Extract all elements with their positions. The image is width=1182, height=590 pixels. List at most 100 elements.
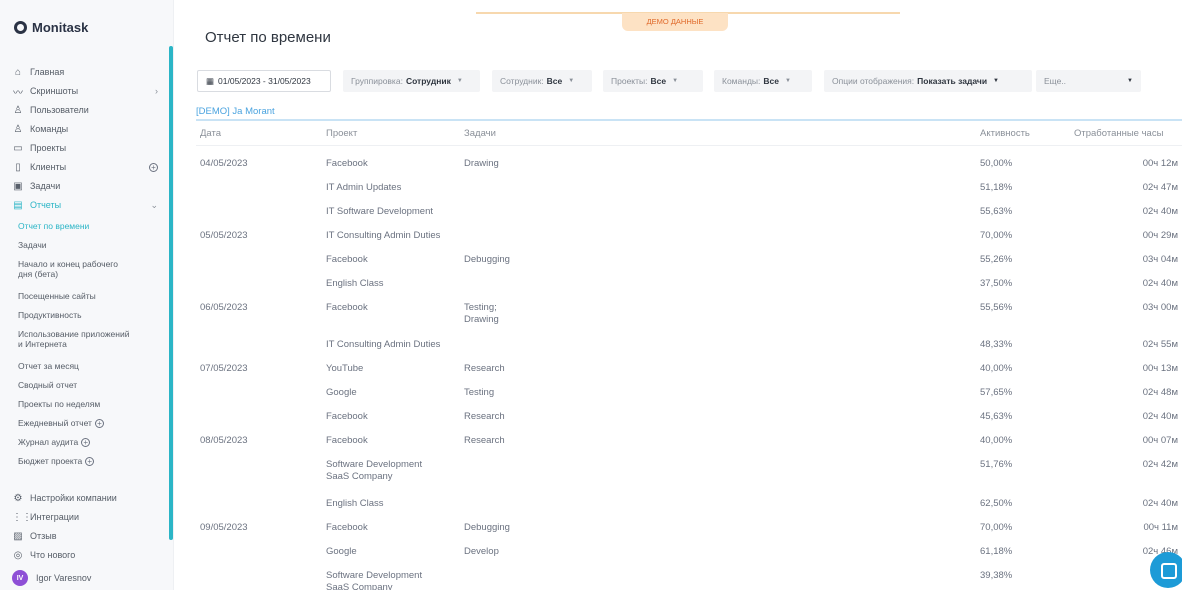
teams-value: Все [763,76,779,86]
caret-down-icon: ▼ [1127,78,1133,84]
cell-date: 08/05/2023 [200,435,248,446]
col-header-project[interactable]: Проект [326,128,357,139]
sidebar-item-screenshots[interactable]: 〰 Скриншоты › [12,83,162,99]
cell-project: SaaS Company [326,582,393,590]
teams-label: Команды: [722,76,761,86]
chat-button[interactable] [1150,552,1182,588]
sub-item-monthly[interactable]: Отчет за месяц [18,361,168,371]
cell-activity: 62,50% [980,498,1013,509]
sub-item-sites[interactable]: Посещенные сайты [18,291,168,301]
employee-select[interactable]: Сотрудник: Все ▼ [492,70,592,92]
display-options-select[interactable]: Опции отображения: Показать задачи ▼ [824,70,1032,92]
sub-item-workday[interactable]: Начало и конец рабочего дня (бета) [18,259,168,279]
sidebar-item-label: Клиенты [30,162,67,172]
sidebar-item-users[interactable]: ♙ Пользователи [12,102,162,118]
cell-activity: 37,50% [980,278,1013,289]
sub-item-audit[interactable]: Журнал аудита + [18,437,168,448]
sub-item-summary[interactable]: Сводный отчет [18,380,168,390]
sidebar-item-reports[interactable]: ▤ Отчеты ⌄ [12,197,162,213]
cell-hours: 02ч 42м [1142,459,1178,470]
col-header-date[interactable]: Дата [200,128,221,139]
plus-icon: + [81,438,91,448]
display-value: Показать задачи [917,76,988,86]
brand[interactable]: Monitask [14,20,88,35]
cell-activity: 70,00% [980,522,1013,533]
col-header-activity[interactable]: Активность [980,128,1030,139]
sub-item-daily[interactable]: Ежедневный отчет + [18,418,168,429]
cell-hours: 02ч 40м [1142,498,1178,509]
cell-task: Research [464,363,505,374]
caret-down-icon: ▼ [672,78,679,84]
calendar-icon: ▦ [206,75,215,86]
sidebar-item-clients[interactable]: ▯ Клиенты + [12,159,162,175]
sidebar-item-label: Команды [30,124,69,134]
cell-project: SaaS Company [326,471,393,482]
cell-task: Drawing [464,314,499,325]
team-icon: ♙ [13,123,23,135]
teams-select[interactable]: Команды: Все ▼ [714,70,812,92]
user-name: Igor Varesnov [36,573,92,583]
sub-item-label: Начало и конец рабочего [18,259,118,269]
sub-item-label: Бюджет проекта [18,456,83,466]
client-icon: ▯ [15,161,21,173]
sub-item-tasks[interactable]: Задачи [18,240,168,250]
cell-hours: 00ч 12м [1142,158,1178,169]
sidebar-item-tasks[interactable]: ▣ Задачи [12,178,162,194]
folder-icon: ▭ [13,142,23,154]
sub-item-label: Ежедневный отчет [18,418,92,428]
sidebar-item-whats-new[interactable]: ◎ Что нового [12,547,162,563]
cell-project: Facebook [326,435,368,446]
date-range-picker[interactable]: ▦ 01/05/2023 - 31/05/2023 [197,70,331,92]
cell-activity: 40,00% [980,435,1013,446]
cell-activity: 51,18% [980,182,1013,193]
projects-select[interactable]: Проекты: Все ▼ [603,70,703,92]
cell-hours: 03ч 04м [1142,254,1178,265]
cell-task: Drawing [464,158,499,169]
cell-project: Software Development [326,570,423,581]
cell-hours: 00ч 13м [1142,363,1178,374]
sidebar-item-company-settings[interactable]: ⚙ Настройки компании [12,490,162,506]
sub-item-weekly-projects[interactable]: Проекты по неделям [18,399,168,409]
more-select[interactable]: Еще.. ▼ [1036,70,1141,92]
chevron-down-icon: ⌄ [150,199,158,210]
cell-activity: 51,76% [980,459,1013,470]
employee-label: Сотрудник: [500,76,544,86]
sidebar-item-label: Что нового [30,550,76,560]
cell-project: Google [326,387,357,398]
caret-down-icon: ▼ [993,78,999,84]
sidebar-item-teams[interactable]: ♙ Команды [12,121,162,137]
user-profile[interactable]: IV Igor Varesnov [12,570,91,586]
sub-item-time-report[interactable]: Отчет по времени [18,221,168,231]
cell-hours: 03ч 00м [1142,302,1178,313]
sub-item-productivity[interactable]: Продуктивность [18,310,168,320]
grouping-value: Сотрудник [405,76,451,86]
cell-activity: 55,63% [980,206,1013,217]
sidebar-item-integrations[interactable]: ⋮⋮ Интеграции [12,509,162,525]
cell-hours: 02ч 40м [1142,411,1178,422]
caret-down-icon: ▼ [784,78,791,84]
cell-project: Facebook [326,522,368,533]
cell-project: YouTube [326,363,364,374]
sub-item-budget[interactable]: Бюджет проекта + [18,456,168,467]
sub-item-label: и Интернета [18,339,67,349]
sidebar-scrollbar[interactable] [169,46,173,540]
cell-project: Google [326,546,357,557]
grouping-select[interactable]: Группировка: Сотрудник ▼ [343,70,480,92]
sub-item-apps[interactable]: Использование приложений и Интернета [18,329,168,349]
cell-date: 09/05/2023 [200,522,248,533]
col-header-hours[interactable]: Отработанные часы [1074,128,1163,139]
group-employee-link[interactable]: [DEMO] Ja Morant [196,106,275,117]
sidebar-item-feedback[interactable]: ▨ Отзыв [12,528,162,544]
sidebar-item-projects[interactable]: ▭ Проекты [12,140,162,156]
sidebar-item-home[interactable]: ⌂ Главная [12,64,162,80]
cell-project: Facebook [326,302,368,313]
col-header-tasks[interactable]: Задачи [464,128,496,139]
cell-activity: 48,33% [980,339,1013,350]
caret-down-icon: ▼ [456,78,463,84]
add-client-icon[interactable]: + [146,162,158,173]
cell-hours: 02ч 55м [1142,339,1178,350]
cell-project: IT Admin Updates [326,182,402,193]
plus-icon: + [85,457,95,467]
plus-icon: + [94,419,104,429]
sidebar-item-label: Настройки компании [30,493,117,503]
